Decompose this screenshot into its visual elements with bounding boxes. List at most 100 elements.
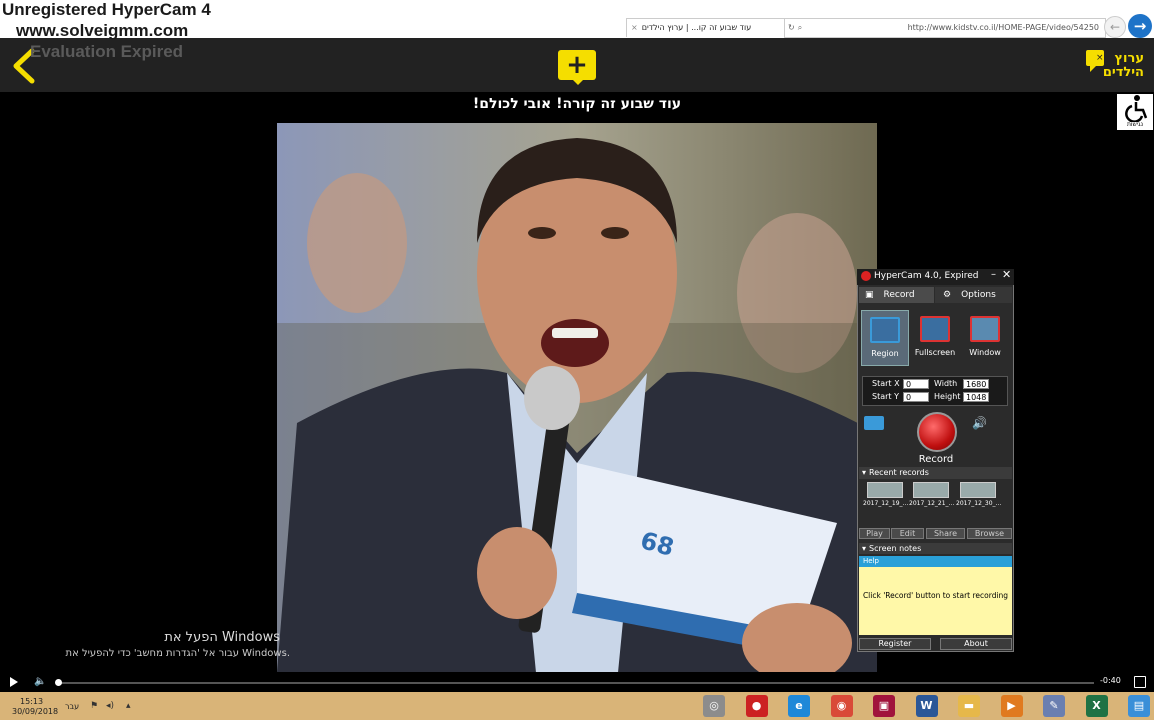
video-frame[interactable]: 68 [277,123,877,672]
width-label: Width [934,379,958,388]
record-button[interactable] [917,412,957,452]
taskbar [0,692,1154,720]
browser-back-button[interactable]: ← [1104,16,1126,38]
media-icon[interactable]: ▣ [873,695,895,717]
start-x-field[interactable]: 0 [903,379,929,389]
share-record-button[interactable]: Share [926,528,965,539]
help-panel [859,567,1012,635]
browser-tab[interactable]: × עוד שבוע זה קו... | ערוץ הילדים [626,18,786,37]
excel-icon[interactable]: X [1085,695,1108,717]
wheelchair-icon [1125,95,1148,123]
watermark-line-2: www.solveigmm.com [16,21,189,40]
progress-bar[interactable] [58,682,1094,684]
recent-thumbnail [913,482,949,498]
collapse-icon: ▾ [862,544,867,553]
search-icon[interactable]: ⌕ [798,23,802,32]
tab-close-icon[interactable]: × [627,23,642,32]
monitor-icon [920,316,950,342]
mode-fullscreen-button[interactable]: Fullscreen [911,310,959,366]
address-bar[interactable]: ↻ ⌕ http://www.kidstv.co.il/HOME-PAGE/vid… [784,18,1106,38]
address-text: http://www.kidstv.co.il/HOME-PAGE/video/… [907,23,1099,32]
height-field[interactable]: 1048 [963,392,989,402]
volume-tray-icon[interactable]: ◂) [106,701,114,711]
add-bubble-tail [572,79,584,85]
windows-activation-subtitle: עבור אל 'הגדרות מחשב' כדי להפעיל את Wind… [65,648,290,659]
help-label: Help [863,557,879,565]
play-record-button[interactable]: Play [859,528,890,539]
help-text: Click 'Record' button to start recording [862,591,1009,600]
screen-notes-label: Screen notes [869,544,922,553]
app-disc-icon[interactable]: ◎ [703,695,725,717]
video-camera-icon[interactable] [864,416,884,430]
mode-window-button[interactable]: Window [961,310,1009,366]
start-y-label: Start Y [872,392,899,401]
video-title: עוד שבוע זה קורה! אובי לכולם! [472,96,682,112]
screen-notes-header[interactable]: ▾ Screen notes [859,543,1012,554]
tab-options[interactable]: ⚙ Options [935,287,1012,303]
paint-icon[interactable]: ✎ [1043,695,1065,717]
add-bubble-icon[interactable]: + [558,50,596,80]
record-label: Record [918,454,954,465]
region-icon [870,317,900,343]
start-y-field[interactable]: 0 [903,392,929,402]
mode-fullscreen-label: Fullscreen [914,348,956,357]
hypercam-title: HyperCam 4.0, Expired [874,271,979,281]
speaker-icon[interactable]: 🔊 [972,416,987,430]
mode-region-button[interactable]: Region [861,310,909,366]
time-remaining: -0:40 [1100,676,1121,685]
height-label: Height [934,392,961,401]
video-still-image: 68 [277,123,877,672]
folder-icon[interactable]: ▬ [958,695,980,717]
windows-activation-title: הפעל את Windows [164,630,280,645]
flag-icon[interactable]: ⚑ [90,701,98,711]
browse-records-button[interactable]: Browse [967,528,1012,539]
gear-icon: ⚙ [943,290,952,300]
clock-date[interactable]: 30/09/2018 [12,707,58,716]
about-button[interactable]: About [940,638,1012,650]
edit-record-button[interactable]: Edit [891,528,924,539]
tab-options-label: Options [961,290,996,300]
word-icon[interactable]: W [915,695,938,717]
ie-icon[interactable]: e [788,695,810,717]
tray-expand-icon[interactable]: ▴ [126,701,131,711]
minimize-icon[interactable]: – [991,269,996,280]
collapse-icon: ▾ [862,468,867,477]
mode-window-label: Window [969,348,1001,357]
camera-icon: ▣ [865,290,874,300]
watermark-line-1: Unregistered HyperCam 4 [2,0,211,19]
recent-thumbnail [960,482,996,498]
site-logo-text: ערוץ הילדים [1102,51,1144,80]
recent-records-label: Recent records [869,468,929,477]
clock-time[interactable]: 15:13 [20,697,43,706]
hypercam-app-icon [861,271,871,281]
browser-forward-button[interactable]: → [1128,14,1152,38]
recent-records-header[interactable]: ▾ Recent records [859,467,1012,479]
volume-icon[interactable]: 🔈 [34,676,48,688]
window-icon [970,316,1000,342]
recent-record-name: 2017_12_21_... [909,500,955,507]
accessibility-label: נגישות [1126,121,1144,128]
recent-record-name: 2017_12_30_... [956,500,1002,507]
language-indicator[interactable]: עבר [65,702,79,711]
close-icon[interactable]: ✕ [1002,268,1011,281]
help-bar: Help [859,556,1012,567]
width-field[interactable]: 1680 [963,379,989,389]
recent-thumbnail [867,482,903,498]
recent-record[interactable]: 2017_12_30_... [956,482,1002,510]
player-icon[interactable]: ▶ [1000,695,1023,717]
hypercam-taskbar-icon[interactable]: ● [745,695,768,717]
tab-record-label: Record [883,290,915,300]
start-x-label: Start X [872,379,900,388]
recent-record-name: 2017_12_19_... [863,500,909,507]
play-button[interactable] [10,677,18,687]
progress-thumb[interactable] [55,679,62,686]
register-button[interactable]: Register [859,638,931,650]
explorer-icon[interactable]: ▤ [1128,695,1150,717]
watermark-line-3: Evaluation Expired [30,42,184,61]
recent-record[interactable]: 2017_12_19_... [863,482,909,510]
chrome-icon[interactable]: ◉ [830,695,853,717]
fullscreen-icon[interactable] [1134,676,1146,688]
refresh-icon[interactable]: ↻ [785,23,798,32]
tab-record[interactable]: ▣ Record [859,287,934,303]
recent-record[interactable]: 2017_12_21_... [909,482,955,510]
